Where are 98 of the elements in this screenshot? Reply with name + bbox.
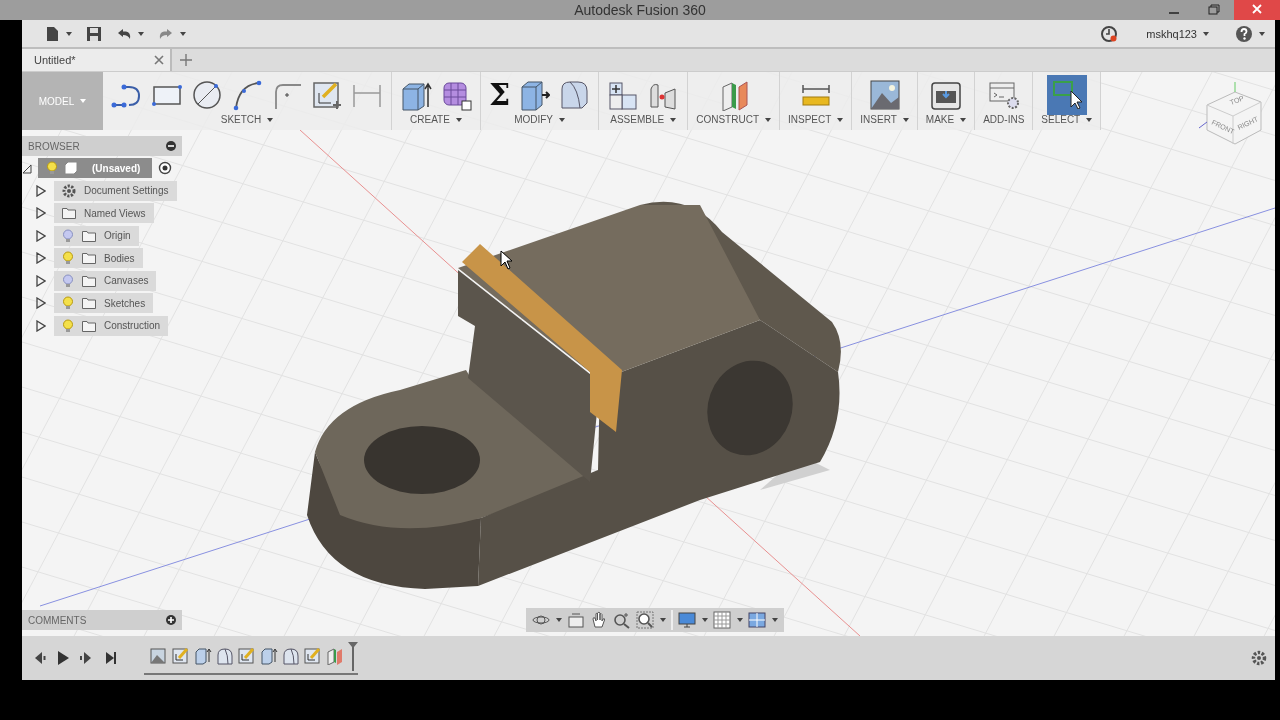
panel-title: BROWSER: [28, 140, 80, 152]
expand-arrow-icon[interactable]: [36, 207, 46, 220]
display-button[interactable]: [678, 611, 708, 629]
collapse-icon[interactable]: [166, 141, 176, 151]
zoom-icon: [613, 611, 631, 629]
timeline-marker-icon[interactable]: [348, 641, 358, 671]
tree-item-label: Construction: [104, 320, 161, 332]
toolbar-menu[interactable]: MODIFY: [514, 114, 566, 125]
zoom-window-icon: [636, 611, 654, 629]
tree-item-label: Document Settings: [84, 185, 169, 197]
canvas-icon[interactable]: [150, 647, 168, 665]
toolbar-menu[interactable]: INSERT: [860, 114, 909, 125]
folder-icon: [62, 207, 76, 220]
viewports-icon: [748, 611, 766, 629]
panel-title: COMMENTS: [28, 614, 87, 626]
cursor-icon: [500, 250, 514, 270]
expand-arrow-icon[interactable]: [36, 184, 46, 197]
tree-item-label: (Unsaved): [92, 162, 141, 174]
tree-item[interactable]: Named Views: [54, 203, 154, 224]
viewports-button[interactable]: [748, 611, 778, 629]
sketch-icon[interactable]: [172, 647, 190, 665]
close-icon[interactable]: [154, 55, 164, 65]
select-tool-button[interactable]: [1046, 75, 1087, 115]
user-menu-button[interactable]: mskhq123: [1146, 27, 1209, 40]
sketch-icon[interactable]: [304, 647, 322, 665]
fillet-body-icon[interactable]: [282, 647, 300, 665]
expand-arrow-icon[interactable]: [36, 297, 46, 310]
fillet-body-icon[interactable]: [216, 647, 234, 665]
pan-icon: [590, 611, 608, 629]
toolbar-menu[interactable]: CREATE: [410, 114, 462, 125]
zoom-button[interactable]: [613, 611, 631, 629]
toolbar-menu[interactable]: SELECT: [1041, 114, 1093, 125]
toolbar-menu[interactable]: INSPECT: [788, 114, 844, 125]
look-at-button[interactable]: [567, 611, 585, 629]
activate-radio-icon[interactable]: [158, 161, 173, 176]
job-status-icon[interactable]: [1100, 24, 1119, 43]
tree-item-label: Canvases: [104, 275, 149, 287]
pan-button[interactable]: [590, 611, 608, 629]
expand-icon[interactable]: [166, 615, 176, 625]
toolbar-menu[interactable]: CONSTRUCT: [696, 114, 771, 125]
expand-arrow-icon[interactable]: [36, 274, 46, 287]
tree-item[interactable]: Sketches: [54, 293, 154, 314]
collapse-arrow-icon[interactable]: [22, 162, 32, 175]
help-button[interactable]: [1235, 24, 1265, 43]
arc-icon[interactable]: [231, 79, 263, 111]
window-title: Autodesk Fusion 360: [574, 2, 706, 18]
extrude-icon[interactable]: [260, 647, 278, 665]
grid-button[interactable]: [713, 611, 743, 629]
circle-icon[interactable]: [191, 79, 223, 111]
tree-item[interactable]: Bodies: [54, 248, 143, 269]
component-icon[interactable]: [607, 79, 640, 111]
plus-icon[interactable]: [180, 54, 192, 66]
tree-item[interactable]: Construction: [54, 315, 169, 336]
scripts-icon[interactable]: [987, 79, 1020, 111]
tree-item-label: Origin: [104, 230, 131, 242]
image-icon[interactable]: [868, 79, 901, 111]
toolbar-menu[interactable]: ASSEMBLE: [610, 114, 677, 125]
sketch-icon[interactable]: [311, 79, 343, 111]
look-at-icon: [567, 611, 585, 629]
folder-icon: [82, 319, 96, 332]
tree-item[interactable]: Document Settings: [54, 180, 177, 201]
folder-icon: [82, 274, 96, 287]
tree-item[interactable]: Origin: [54, 225, 139, 246]
expand-arrow-icon[interactable]: [36, 229, 46, 242]
expand-arrow-icon[interactable]: [36, 319, 46, 332]
sketch-icon[interactable]: [238, 647, 256, 665]
extrude-icon[interactable]: [194, 647, 212, 665]
folder-icon: [82, 229, 96, 242]
part-drawing[interactable]: [307, 201, 841, 589]
help-icon: [1235, 24, 1253, 43]
tree-item-label: Named Views: [84, 207, 146, 219]
file-icon: [44, 25, 60, 42]
toolbar-menu[interactable]: SKETCH: [220, 114, 274, 125]
tree-item[interactable]: Canvases: [54, 270, 157, 291]
printer-icon[interactable]: [930, 79, 962, 111]
sum-icon[interactable]: Σ: [489, 79, 511, 111]
toolbar-menu[interactable]: MAKE: [925, 114, 967, 125]
expand-arrow-icon[interactable]: [36, 252, 46, 265]
gear-icon: [62, 183, 76, 198]
folder-icon: [82, 297, 96, 310]
toolbar-menu[interactable]: ADD-INS: [983, 114, 1025, 125]
save-icon: [86, 25, 102, 42]
plane-icon[interactable]: [326, 647, 344, 665]
fillet-body-icon[interactable]: [558, 79, 591, 111]
form-icon[interactable]: [440, 79, 472, 111]
folder-icon: [82, 252, 96, 265]
body-icon: [64, 161, 78, 176]
settings-icon[interactable]: [1251, 650, 1267, 666]
document-tab[interactable]: Untitled*: [22, 49, 172, 71]
grid-icon: [713, 611, 731, 629]
press-pull-icon[interactable]: [518, 79, 551, 111]
save-button[interactable]: [86, 25, 102, 42]
close-icon[interactable]: [1234, 0, 1280, 20]
file-menu-button[interactable]: [44, 25, 72, 42]
zoom-window-button[interactable]: [636, 611, 666, 629]
display-icon: [678, 611, 696, 629]
tree-item-label: Sketches: [104, 297, 146, 309]
tree-item-label: Bodies: [104, 252, 135, 264]
